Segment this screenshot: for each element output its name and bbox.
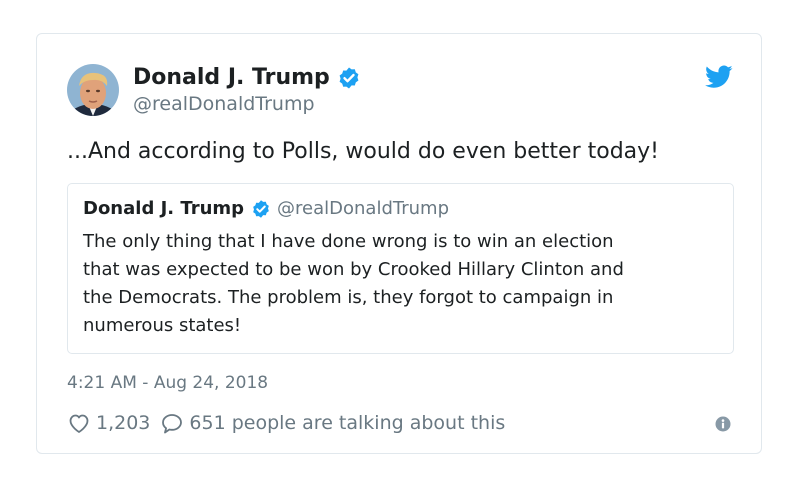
quoted-tweet-text: The only thing that I have done wrong is… <box>83 228 723 340</box>
tweet-timestamp[interactable]: 4:21 AM - Aug 24, 2018 <box>67 372 268 394</box>
tweet-actions: 1,203 651 people are talking about this <box>67 411 505 435</box>
info-icon[interactable] <box>715 416 731 432</box>
quoted-text-line: The only thing that I have done wrong is… <box>83 231 614 252</box>
quoted-text-line: that was expected to be won by Crooked H… <box>83 259 624 280</box>
avatar-image <box>67 64 119 116</box>
comment-icon[interactable] <box>160 411 184 435</box>
author-handle[interactable]: @realDonaldTrump <box>133 92 315 116</box>
verified-badge-icon <box>253 200 269 218</box>
author-name-row[interactable]: Donald J. Trump <box>133 64 361 92</box>
verified-badge-icon <box>339 67 359 89</box>
quoted-text-line: numerous states! <box>83 315 242 336</box>
twitter-bird-icon[interactable] <box>705 65 733 89</box>
tweet-card[interactable]: Donald J. Trump @realDonaldTrump ...And … <box>36 33 762 454</box>
quoted-text-line: the Democrats. The problem is, they forg… <box>83 287 614 308</box>
conversation-link[interactable]: 651 people are talking about this <box>189 411 505 435</box>
author-name[interactable]: Donald J. Trump <box>133 64 330 92</box>
tweet-text: ...And according to Polls, would do even… <box>67 139 660 164</box>
quoted-author-handle: @realDonaldTrump <box>277 198 449 219</box>
avatar[interactable] <box>67 64 119 116</box>
quoted-tweet[interactable]: Donald J. Trump @realDonaldTrump The onl… <box>67 183 734 354</box>
heart-icon[interactable] <box>67 411 91 435</box>
quoted-tweet-header: Donald J. Trump @realDonaldTrump <box>83 197 449 221</box>
quoted-author-name: Donald J. Trump <box>83 198 245 219</box>
like-count[interactable]: 1,203 <box>96 411 150 435</box>
